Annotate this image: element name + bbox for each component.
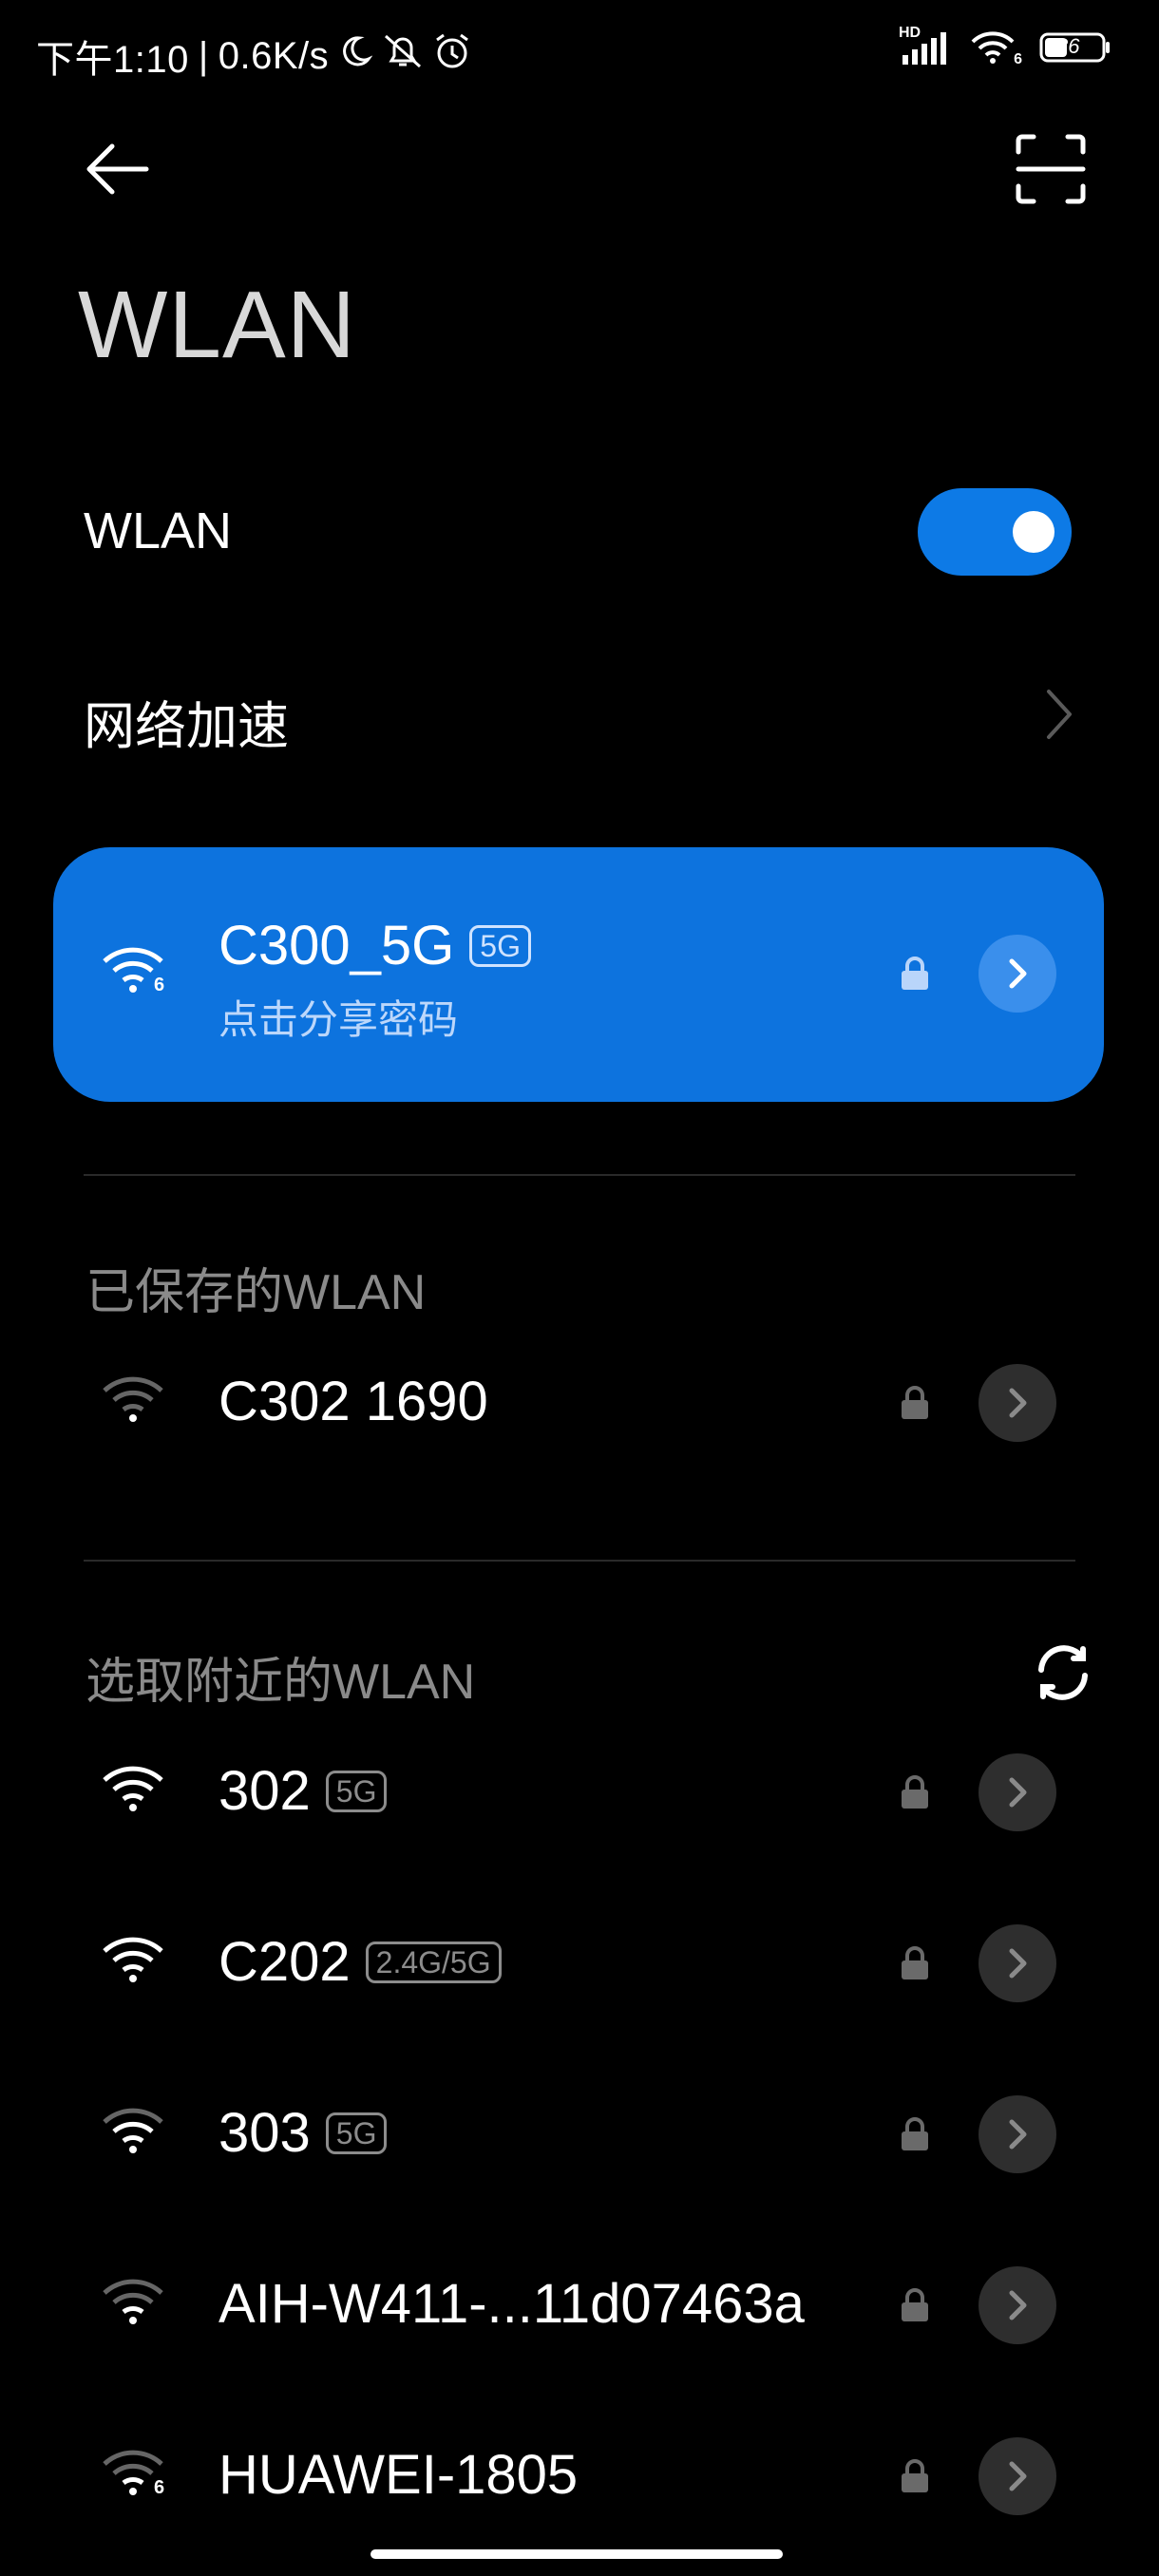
back-arrow-icon[interactable] <box>84 141 150 198</box>
battery-icon: 36 <box>1039 31 1112 64</box>
wifi-weak-icon <box>103 1375 167 1427</box>
network-details-button[interactable] <box>978 935 1056 1013</box>
network-details-button[interactable] <box>978 1924 1056 2002</box>
chevron-right-icon[interactable] <box>1043 686 1075 743</box>
network-name-row: AIH-W411-...11d07463a <box>218 2272 805 2336</box>
network-name-row: C302 1690 <box>218 1370 488 1433</box>
saved-section-title: 已保存的WLAN <box>86 1265 427 1320</box>
wifi-strong-icon <box>103 1765 167 1816</box>
list-item[interactable]: AIH-W411-...11d07463a <box>0 2240 1159 2373</box>
scan-qr-icon[interactable] <box>1015 133 1087 205</box>
connected-network-name: C300_5G <box>218 915 455 976</box>
network-name: C202 <box>218 1931 351 1993</box>
connected-network-card[interactable] <box>53 847 1104 1102</box>
list-item[interactable]: C202 2.4G/5G <box>0 1898 1159 2031</box>
refresh-icon[interactable] <box>1032 1641 1094 1704</box>
wlan-toggle-switch[interactable] <box>918 488 1072 576</box>
lock-icon <box>899 2458 931 2499</box>
wifi-gen-label: 6 <box>1014 51 1022 67</box>
connected-network-name-row: C300_5G 5G <box>218 914 531 977</box>
page-title: WLAN <box>78 272 356 378</box>
wifi-weak-icon <box>103 2278 167 2329</box>
list-item[interactable]: C302 1690 <box>0 1337 1159 1470</box>
muted-bell-icon <box>382 32 424 80</box>
alarm-icon <box>433 32 471 80</box>
list-item[interactable]: 6 HUAWEI-1805 <box>0 2411 1159 2544</box>
network-name: AIH-W411-...11d07463a <box>218 2273 805 2335</box>
network-name-row: HUAWEI-1805 <box>218 2443 578 2507</box>
lock-icon <box>899 956 931 996</box>
network-accel-label[interactable]: 网络加速 <box>84 684 289 759</box>
lock-icon <box>899 1385 931 1426</box>
battery-level: 36 <box>1056 34 1080 58</box>
divider <box>84 1174 1075 1176</box>
wifi-medium-icon <box>103 2107 167 2158</box>
status-bar-right: HD 6 36 <box>899 25 1112 67</box>
moon-icon <box>338 34 373 78</box>
band-badge: 5G <box>469 924 531 967</box>
wifi-gen-label: 6 <box>154 975 165 995</box>
band-badge: 5G <box>325 2112 388 2154</box>
lock-icon <box>899 1945 931 1986</box>
network-details-button[interactable] <box>978 1753 1056 1831</box>
lock-icon <box>899 2116 931 2157</box>
home-indicator[interactable] <box>370 2549 783 2559</box>
network-details-button[interactable] <box>978 2437 1056 2515</box>
wifi-gen-label: 6 <box>154 2477 165 2498</box>
wifi-icon: 6 <box>969 28 1022 67</box>
network-name: 303 <box>218 2102 311 2164</box>
network-details-button[interactable] <box>978 2095 1056 2173</box>
network-details-button[interactable] <box>978 1364 1056 1442</box>
status-separator: | <box>198 34 209 77</box>
network-name: C302 1690 <box>218 1371 488 1432</box>
lock-icon <box>899 1774 931 1815</box>
status-time: 下午1:10 <box>36 39 189 81</box>
toggle-knob <box>1013 511 1054 553</box>
network-name-row: 303 5G <box>218 2101 388 2165</box>
network-name: HUAWEI-1805 <box>218 2444 579 2506</box>
list-item[interactable]: 302 5G <box>0 1727 1159 1860</box>
nearby-section-title: 选取附近的WLAN <box>86 1655 476 1710</box>
wifi-6-weak-icon: 6 <box>103 2449 167 2500</box>
share-password-hint: 点击分享密码 <box>218 997 459 1042</box>
wlan-toggle-label: WLAN <box>84 502 233 559</box>
network-name-row: 302 5G <box>218 1759 388 1823</box>
network-name-row: C202 2.4G/5G <box>218 1930 502 1994</box>
wifi-strong-icon <box>103 1936 167 1987</box>
status-speed: 0.6K/s <box>218 34 330 77</box>
divider <box>84 1560 1075 1562</box>
network-details-button[interactable] <box>978 2266 1056 2344</box>
band-badge: 5G <box>325 1770 388 1812</box>
status-bar-left: 下午1:10 | 0.6K/s <box>36 28 471 84</box>
list-item[interactable]: 303 5G <box>0 2069 1159 2202</box>
lock-icon <box>899 2287 931 2328</box>
signal-icon: HD <box>899 25 952 66</box>
network-name: 302 <box>218 1760 311 1822</box>
band-badge: 2.4G/5G <box>365 1941 502 1983</box>
wifi-6-icon: 6 <box>103 946 167 997</box>
